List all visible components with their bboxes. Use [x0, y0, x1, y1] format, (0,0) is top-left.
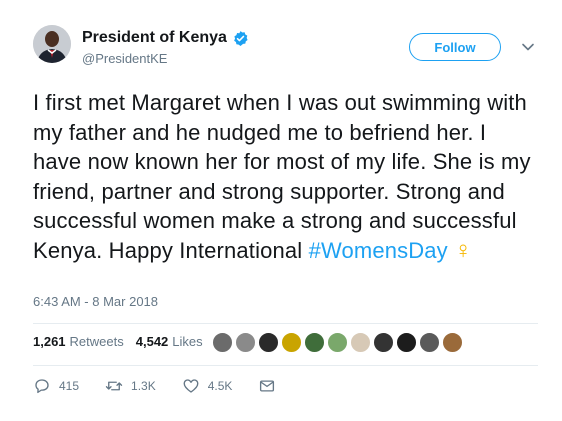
stats-row: 1,261 Retweets 4,542 Likes	[33, 334, 203, 349]
retweet-icon	[105, 381, 123, 391]
user-handle[interactable]: @PresidentKE	[82, 51, 167, 66]
like-action-count: 4.5K	[207, 379, 233, 393]
tweet-card: President of Kenya @PresidentKE Follow I…	[0, 0, 562, 421]
liker-avatar[interactable]	[281, 332, 302, 353]
divider	[33, 365, 538, 366]
liker-avatar[interactable]	[212, 332, 233, 353]
retweets-count[interactable]: 1,261	[33, 334, 66, 349]
liker-avatar[interactable]	[235, 332, 256, 353]
avatar[interactable]	[33, 25, 71, 63]
retweet-action-count: 1.3K	[131, 379, 156, 393]
hashtag-link[interactable]: #WomensDay	[309, 238, 448, 263]
liker-avatars	[212, 332, 465, 353]
liker-avatar[interactable]	[419, 332, 440, 353]
action-bar: 415 1.3K 4.5K	[33, 377, 310, 395]
liker-avatar[interactable]	[304, 332, 325, 353]
reply-button[interactable]: 415	[33, 377, 79, 395]
retweet-button[interactable]: 1.3K	[105, 377, 156, 395]
name-row: President of Kenya	[82, 29, 249, 47]
avatar-image	[33, 25, 71, 63]
heart-icon	[183, 379, 199, 393]
reply-count: 415	[59, 379, 80, 393]
venus-emoji-icon: ♀	[454, 236, 473, 264]
divider	[33, 323, 538, 324]
likes-count[interactable]: 4,542	[136, 334, 169, 349]
envelope-icon	[260, 380, 275, 392]
liker-avatar[interactable]	[258, 332, 279, 353]
timestamp[interactable]: 6:43 AM - 8 Mar 2018	[33, 294, 158, 309]
display-name[interactable]: President of Kenya	[82, 29, 227, 47]
liker-avatar[interactable]	[373, 332, 394, 353]
retweets-label[interactable]: Retweets	[70, 334, 124, 349]
liker-avatar[interactable]	[350, 332, 371, 353]
like-button[interactable]: 4.5K	[182, 377, 233, 395]
liker-avatar[interactable]	[396, 332, 417, 353]
tweet-text: I first met Margaret when I was out swim…	[33, 88, 538, 265]
likes-label[interactable]: Likes	[172, 334, 202, 349]
follow-button[interactable]: Follow	[409, 33, 501, 61]
liker-avatar[interactable]	[327, 332, 348, 353]
chevron-down-icon[interactable]	[521, 40, 535, 54]
reply-icon	[35, 379, 49, 394]
verified-badge-icon	[234, 30, 248, 46]
liker-avatar[interactable]	[442, 332, 463, 353]
direct-message-button[interactable]	[258, 377, 284, 395]
